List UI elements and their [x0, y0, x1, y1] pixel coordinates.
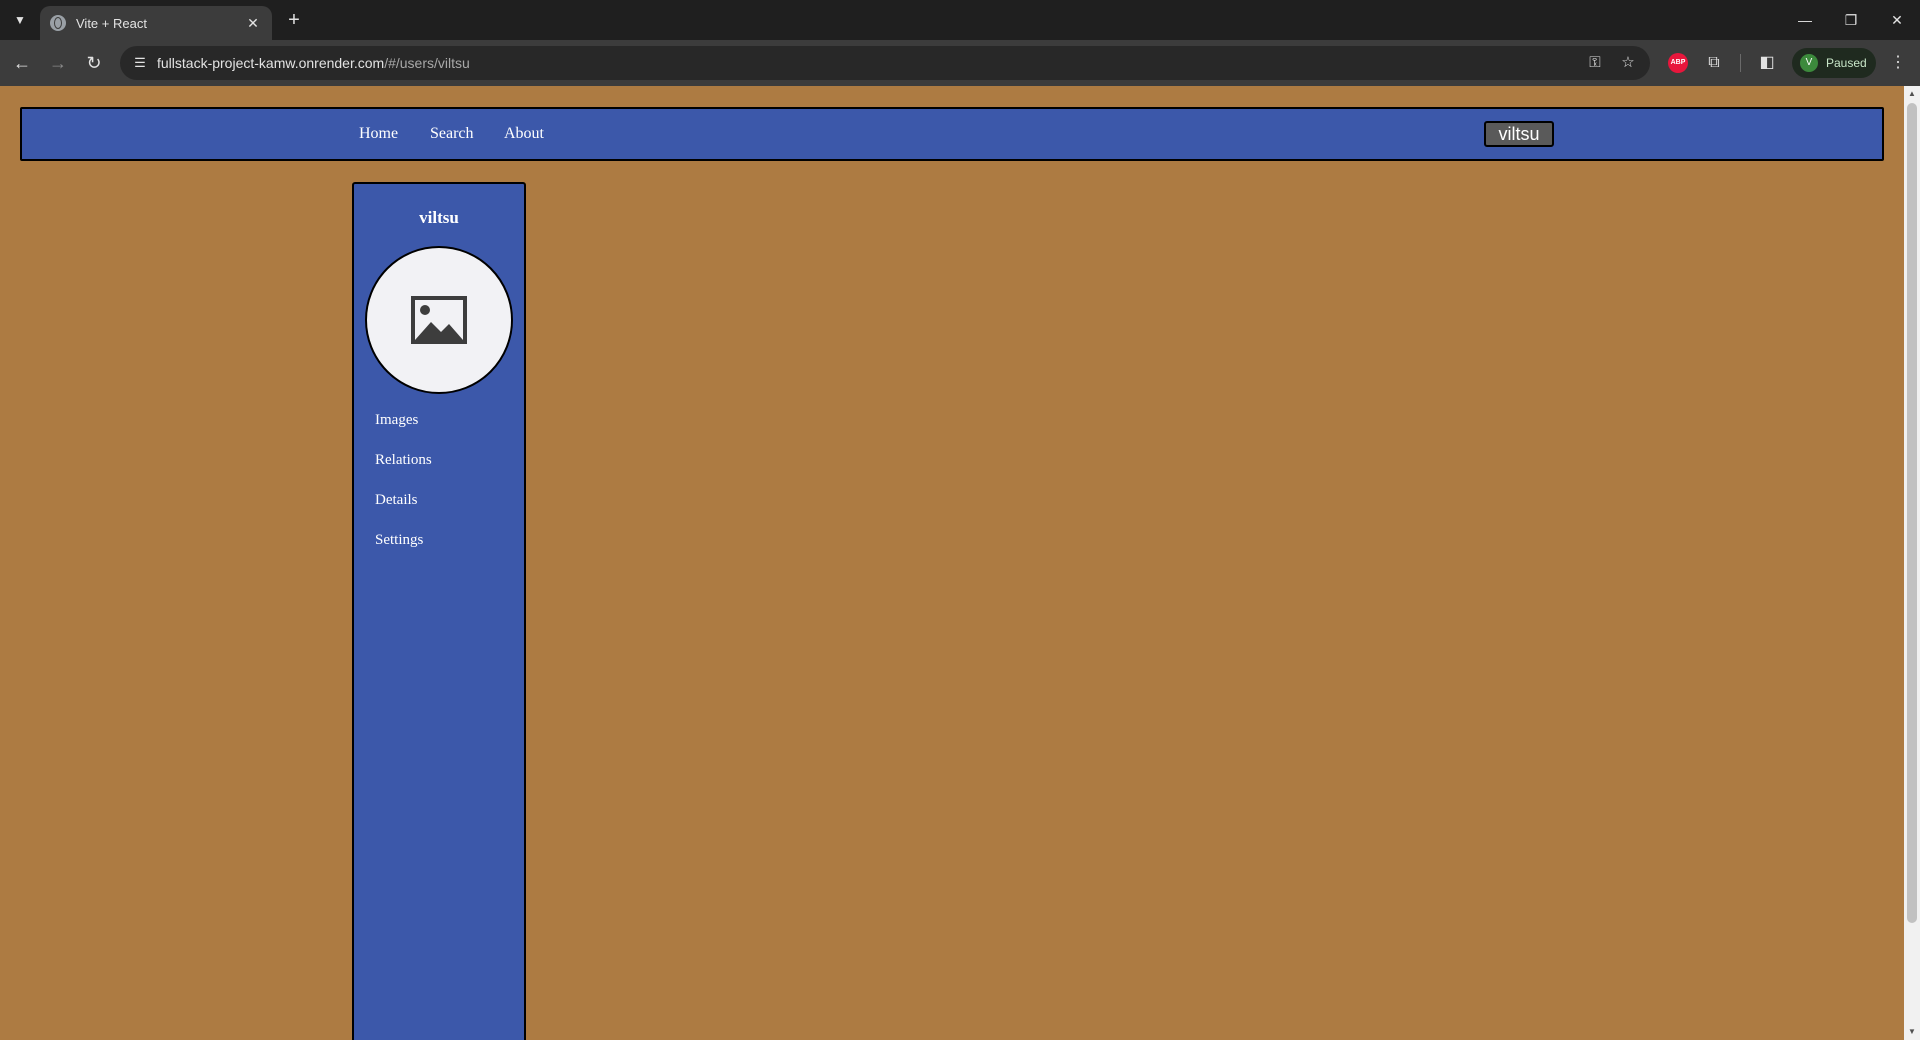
tab-search-chevron-icon[interactable]: ▼ [8, 8, 32, 32]
user-sidebar: viltsu Images Relations Details Settings [352, 182, 526, 1040]
bookmark-star-icon[interactable]: ☆ [1618, 53, 1638, 73]
sidebar-link-relations[interactable]: Relations [375, 452, 432, 469]
url-text[interactable]: fullstack-project-kamw.onrender.com/#/us… [157, 46, 470, 80]
forward-arrow-icon[interactable]: → [44, 49, 72, 77]
minimize-icon[interactable]: — [1782, 0, 1828, 40]
image-placeholder-icon [411, 296, 467, 344]
tab-title: Vite + React [76, 15, 147, 31]
browser-menu-icon[interactable]: ⋮ [1886, 51, 1910, 75]
url-host: fullstack-project-kamw.onrender.com [157, 55, 385, 71]
sidebar-link-images[interactable]: Images [375, 412, 418, 429]
page-viewport: Home Search About viltsu viltsu Images R… [0, 86, 1904, 1040]
extensions-puzzle-icon[interactable]: ⧉ [1702, 51, 1726, 75]
scroll-down-arrow-icon[interactable]: ▼ [1904, 1024, 1920, 1040]
scroll-up-arrow-icon[interactable]: ▲ [1904, 86, 1920, 102]
profile-button[interactable]: V Paused [1792, 48, 1876, 78]
browser-toolbar: ← → ↻ ☰ fullstack-project-kamw.onrender.… [0, 40, 1920, 86]
nav-link-search[interactable]: Search [430, 109, 474, 159]
site-info-icon[interactable]: ☰ [130, 53, 150, 73]
password-key-icon[interactable]: ⚿ [1585, 53, 1605, 73]
side-panel-icon[interactable]: ◧ [1755, 51, 1779, 75]
top-navbar: Home Search About viltsu [20, 107, 1884, 161]
browser-tab-bar: ▼ Vite + React ✕ + — ❐ ✕ [0, 0, 1920, 40]
nav-link-about[interactable]: About [504, 109, 544, 159]
restore-icon[interactable]: ❐ [1828, 0, 1874, 40]
profile-avatar: V [1800, 54, 1818, 72]
close-window-icon[interactable]: ✕ [1874, 0, 1920, 40]
avatar [365, 246, 513, 394]
scroll-thumb[interactable] [1907, 103, 1917, 923]
url-path: /#/users/viltsu [384, 55, 470, 71]
back-arrow-icon[interactable]: ← [8, 49, 36, 77]
profile-status: Paused [1826, 56, 1867, 70]
globe-icon [50, 15, 66, 31]
new-tab-plus-icon[interactable]: + [281, 7, 307, 33]
close-tab-icon[interactable]: ✕ [244, 15, 262, 32]
user-button[interactable]: viltsu [1484, 121, 1554, 147]
reload-icon[interactable]: ↻ [80, 49, 108, 77]
sidebar-link-settings[interactable]: Settings [375, 532, 423, 549]
toolbar-divider [1740, 54, 1741, 72]
sidebar-link-details[interactable]: Details [375, 492, 418, 509]
address-bar[interactable]: ☰ fullstack-project-kamw.onrender.com/#/… [120, 46, 1650, 80]
page-scrollbar[interactable]: ▲ ▼ [1904, 86, 1920, 1040]
sidebar-username: viltsu [419, 208, 459, 227]
browser-tab[interactable]: Vite + React ✕ [40, 6, 272, 40]
nav-link-home[interactable]: Home [359, 109, 398, 159]
adblock-extension-icon[interactable]: ABP [1668, 53, 1688, 73]
